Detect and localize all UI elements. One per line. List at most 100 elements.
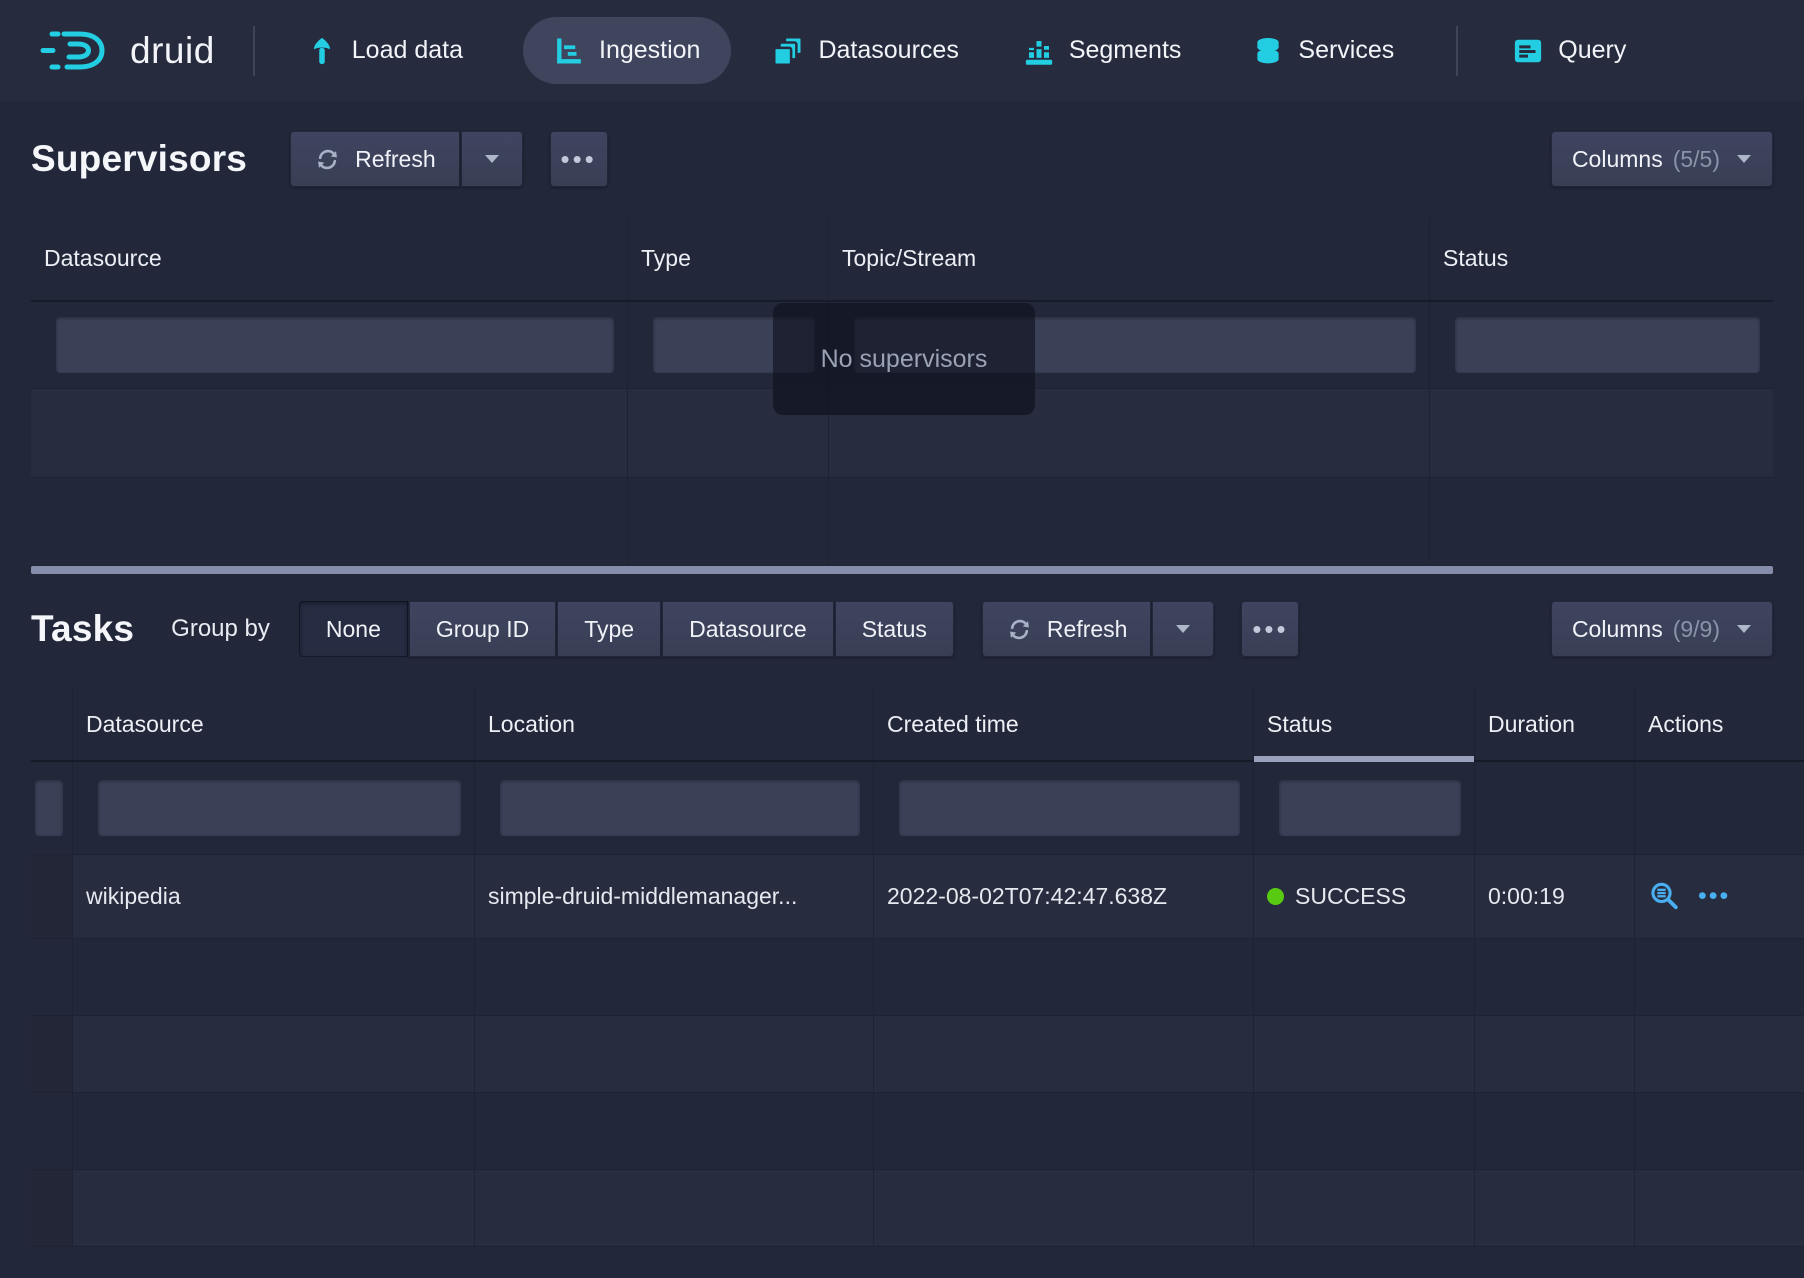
- group-by-group-id-button[interactable]: Group ID: [409, 601, 556, 657]
- druid-logo[interactable]: druid: [40, 28, 215, 74]
- chevron-down-icon: [1736, 624, 1752, 634]
- supervisors-header-row: Datasource Type Topic/Stream Status: [31, 217, 1773, 302]
- services-icon: [1253, 36, 1283, 66]
- tasks-more-button[interactable]: •••: [1241, 601, 1299, 657]
- supervisors-more-button[interactable]: •••: [550, 131, 608, 187]
- datasource-cell: wikipedia: [73, 855, 475, 938]
- refresh-icon: [1006, 616, 1033, 643]
- supervisors-refresh-caret-button[interactable]: [461, 131, 523, 187]
- nav-item-segments[interactable]: Segments: [1024, 36, 1182, 66]
- tasks-refresh-caret-button[interactable]: [1152, 601, 1214, 657]
- empty-row: [31, 1170, 1804, 1247]
- location-filter-input[interactable]: [500, 780, 860, 836]
- nav-item-label: Query: [1558, 36, 1626, 65]
- task-row-wikipedia[interactable]: wikipedia simple-druid-middlemanager... …: [31, 855, 1804, 939]
- tasks-filter-row: [31, 762, 1804, 855]
- empty-row: [31, 1016, 1804, 1093]
- nav-item-query[interactable]: Query: [1513, 36, 1626, 66]
- chevron-down-icon: [484, 154, 500, 164]
- segments-icon: [1024, 36, 1054, 66]
- column-header-datasource[interactable]: Datasource: [73, 688, 475, 760]
- column-header-datasource[interactable]: Datasource: [31, 217, 628, 300]
- tasks-header-row: Datasource Location Created time Status …: [31, 688, 1804, 762]
- gutter-filter-input[interactable]: [35, 780, 63, 836]
- nav-item-services[interactable]: Services: [1253, 36, 1394, 66]
- nav-item-label: Services: [1298, 36, 1394, 65]
- group-by-type-button[interactable]: Type: [557, 601, 661, 657]
- group-by-label: Group by: [171, 615, 270, 643]
- column-header-status[interactable]: Status: [1430, 217, 1773, 300]
- refresh-label: Refresh: [355, 146, 436, 173]
- tasks-table: Datasource Location Created time Status …: [31, 688, 1804, 1247]
- group-by-none-button[interactable]: None: [299, 601, 408, 657]
- datasource-filter-input[interactable]: [98, 780, 461, 836]
- chevron-down-icon: [1736, 154, 1752, 164]
- columns-label: Columns: [1572, 146, 1663, 173]
- nav-item-datasources[interactable]: Datasources: [773, 36, 958, 66]
- column-header-actions[interactable]: Actions: [1635, 688, 1804, 760]
- nav-item-label: Ingestion: [599, 36, 700, 65]
- tasks-section: Tasks Group by None Group ID Type Dataso…: [0, 574, 1804, 1247]
- empty-row: [31, 939, 1804, 1016]
- empty-row: [31, 1093, 1804, 1170]
- query-icon: [1513, 36, 1543, 66]
- nav-divider: [253, 26, 255, 76]
- success-status-dot: [1267, 888, 1284, 905]
- column-header-status-label: Status: [1267, 711, 1332, 738]
- tasks-title: Tasks: [31, 608, 134, 650]
- status-text: SUCCESS: [1295, 883, 1406, 910]
- columns-count: (9/9): [1673, 616, 1720, 643]
- group-by-button-group: None Group ID Type Datasource Status: [299, 601, 954, 657]
- nav-item-label: Segments: [1069, 36, 1182, 65]
- column-header-location[interactable]: Location: [475, 688, 874, 760]
- column-header-topic-stream[interactable]: Topic/Stream: [829, 217, 1430, 300]
- column-header-status[interactable]: Status: [1254, 688, 1475, 760]
- columns-label: Columns: [1572, 616, 1663, 643]
- supervisors-refresh-split-button: Refresh: [290, 131, 523, 187]
- no-supervisors-message: No supervisors: [773, 303, 1035, 415]
- tasks-columns-button[interactable]: Columns (9/9): [1551, 601, 1773, 657]
- view-task-detail-icon[interactable]: [1649, 881, 1680, 912]
- location-cell: simple-druid-middlemanager...: [475, 855, 874, 938]
- columns-count: (5/5): [1673, 146, 1720, 173]
- column-header-type[interactable]: Type: [628, 217, 829, 300]
- druid-logo-text: druid: [130, 30, 215, 72]
- empty-row: [31, 478, 1773, 566]
- more-icon: •••: [1252, 616, 1288, 642]
- supervisors-horizontal-scrollbar[interactable]: [31, 566, 1773, 574]
- nav-item-load-data[interactable]: Load data: [307, 36, 463, 66]
- created-time-cell: 2022-08-02T07:42:47.638Z: [874, 855, 1254, 938]
- status-cell: SUCCESS: [1254, 855, 1475, 938]
- column-header-duration[interactable]: Duration: [1475, 688, 1635, 760]
- gutter-cell: [31, 855, 73, 938]
- tasks-toolbar: Tasks Group by None Group ID Type Dataso…: [31, 601, 1773, 657]
- task-actions-more-icon[interactable]: •••: [1698, 884, 1730, 909]
- group-by-status-button[interactable]: Status: [835, 601, 954, 657]
- chevron-down-icon: [1175, 624, 1191, 634]
- supervisors-refresh-button[interactable]: Refresh: [290, 131, 460, 187]
- refresh-icon: [314, 146, 341, 173]
- more-icon: •••: [560, 146, 596, 172]
- datasource-filter-input[interactable]: [56, 317, 614, 373]
- supervisors-toolbar: Supervisors Refresh •••: [31, 131, 1773, 187]
- supervisors-table: Datasource Type Topic/Stream Status No s…: [31, 217, 1773, 574]
- top-navbar: druid Load data Ingestion Da: [0, 0, 1804, 101]
- nav-item-label: Datasources: [818, 36, 958, 65]
- ingestion-icon: [554, 36, 584, 66]
- nav-item-ingestion[interactable]: Ingestion: [523, 17, 731, 84]
- actions-cell: •••: [1635, 855, 1804, 938]
- created-time-filter-input[interactable]: [899, 780, 1240, 836]
- supervisors-section: Supervisors Refresh •••: [0, 101, 1804, 574]
- datasources-icon: [773, 36, 803, 66]
- refresh-label: Refresh: [1047, 616, 1128, 643]
- duration-cell: 0:00:19: [1475, 855, 1635, 938]
- tasks-refresh-button[interactable]: Refresh: [982, 601, 1152, 657]
- status-filter-input[interactable]: [1455, 317, 1760, 373]
- tasks-refresh-split-button: Refresh: [982, 601, 1215, 657]
- group-by-datasource-button[interactable]: Datasource: [662, 601, 834, 657]
- status-filter-input[interactable]: [1279, 780, 1461, 836]
- column-header-created-time[interactable]: Created time: [874, 688, 1254, 760]
- nav-divider: [1456, 26, 1458, 76]
- column-header-gutter: [31, 688, 73, 760]
- supervisors-columns-button[interactable]: Columns (5/5): [1551, 131, 1773, 187]
